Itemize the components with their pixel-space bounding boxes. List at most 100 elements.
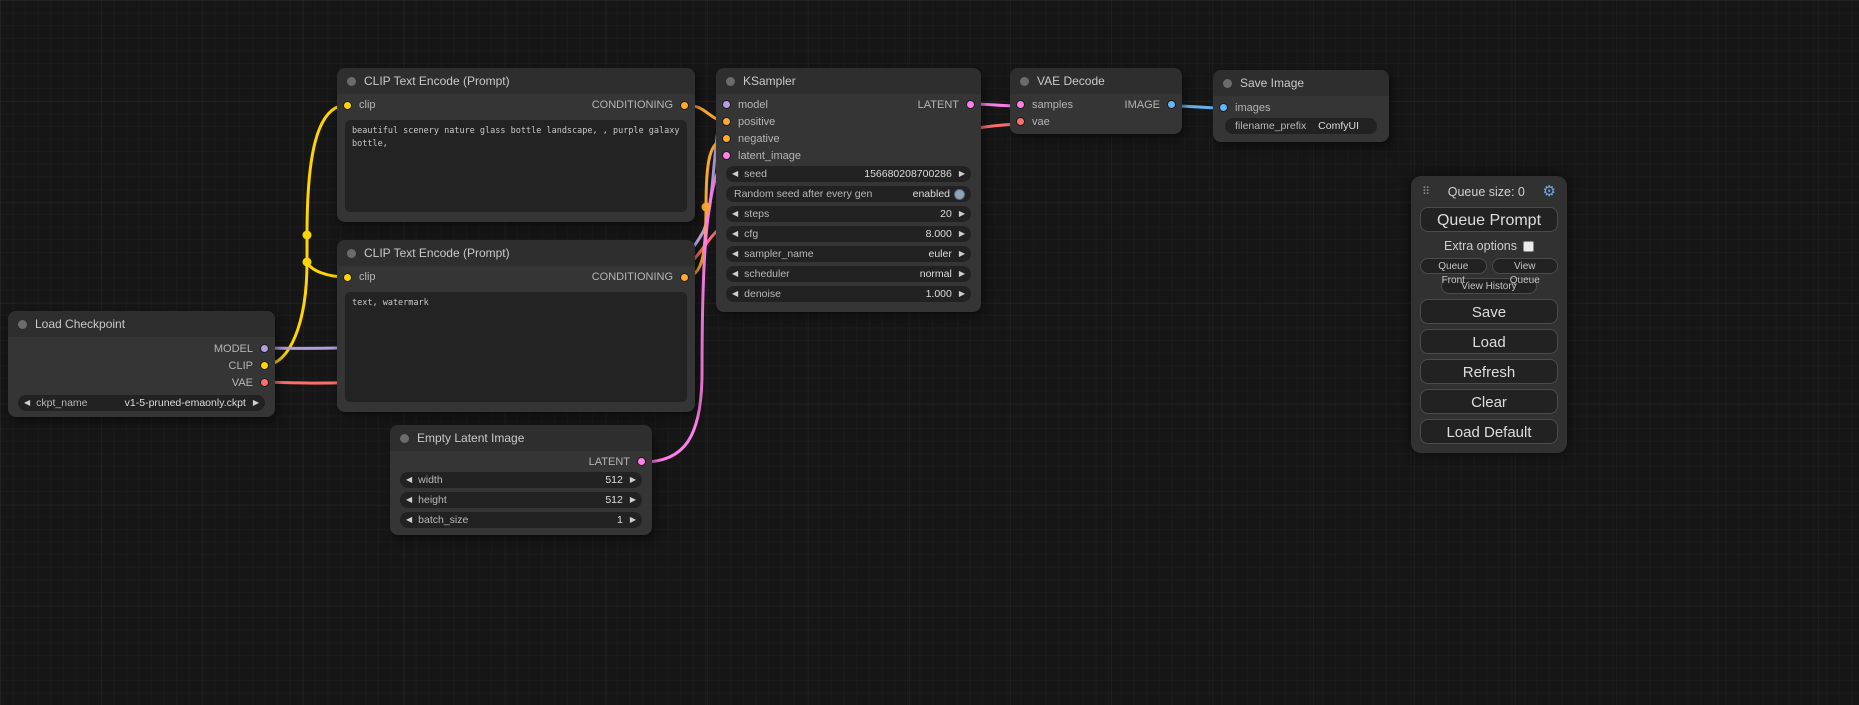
collapse-dot-icon[interactable] bbox=[1223, 79, 1232, 88]
filename-prefix-widget[interactable]: filename_prefix ComfyUI bbox=[1225, 118, 1377, 134]
increment-arrow-icon[interactable]: ▶ bbox=[630, 496, 636, 504]
seed-widget[interactable]: ◀ seed 156680208700286 ▶ bbox=[726, 166, 971, 182]
ckpt-name-widget[interactable]: ◀ ckpt_name v1-5-pruned-emaonly.ckpt ▶ bbox=[18, 395, 265, 411]
cfg-widget[interactable]: ◀ cfg 8.000 ▶ bbox=[726, 226, 971, 242]
reroute-dot-conditioning[interactable] bbox=[702, 203, 711, 212]
height-widget[interactable]: ◀ height 512 ▶ bbox=[400, 492, 642, 508]
node-title: Load Checkpoint bbox=[35, 317, 125, 331]
slot-label: CONDITIONING bbox=[592, 271, 673, 283]
increment-arrow-icon[interactable]: ▶ bbox=[630, 516, 636, 524]
input-slot-samples[interactable] bbox=[1016, 100, 1025, 109]
queue-buttons-row: Queue Front View Queue bbox=[1420, 258, 1558, 274]
decrement-arrow-icon[interactable]: ◀ bbox=[406, 516, 412, 524]
sampler-name-widget[interactable]: ◀ sampler_name euler ▶ bbox=[726, 246, 971, 262]
input-slot-vae[interactable] bbox=[1016, 117, 1025, 126]
view-queue-button[interactable]: View Queue bbox=[1492, 258, 1559, 274]
increment-arrow-icon[interactable]: ▶ bbox=[959, 290, 965, 298]
input-slot-images[interactable] bbox=[1219, 103, 1228, 112]
collapse-dot-icon[interactable] bbox=[726, 77, 735, 86]
node-vae-decode[interactable]: VAE Decode samples IMAGE vae bbox=[1010, 68, 1182, 134]
prev-value-arrow-icon[interactable]: ◀ bbox=[732, 250, 738, 258]
node-title-bar[interactable]: Empty Latent Image bbox=[390, 425, 652, 451]
widget-label: seed bbox=[744, 168, 767, 180]
batch-size-widget[interactable]: ◀ batch_size 1 ▶ bbox=[400, 512, 642, 528]
node-ksampler[interactable]: KSampler model LATENT positive negative … bbox=[716, 68, 981, 312]
prev-value-arrow-icon[interactable]: ◀ bbox=[732, 270, 738, 278]
node-title-bar[interactable]: CLIP Text Encode (Prompt) bbox=[337, 68, 695, 94]
node-load-checkpoint[interactable]: Load Checkpoint MODEL CLIP VAE ◀ ckpt_na… bbox=[8, 311, 275, 417]
width-widget[interactable]: ◀ width 512 ▶ bbox=[400, 472, 642, 488]
queue-prompt-button[interactable]: Queue Prompt bbox=[1420, 207, 1558, 232]
output-row-clip: CLIP bbox=[8, 357, 275, 374]
scheduler-widget[interactable]: ◀ scheduler normal ▶ bbox=[726, 266, 971, 282]
increment-arrow-icon[interactable]: ▶ bbox=[959, 230, 965, 238]
output-slot-latent[interactable] bbox=[966, 100, 975, 109]
output-slot-image[interactable] bbox=[1167, 100, 1176, 109]
reroute-dot-clip-lower[interactable] bbox=[303, 258, 312, 267]
output-slot-conditioning[interactable] bbox=[680, 101, 689, 110]
output-slot-latent[interactable] bbox=[637, 457, 646, 466]
prev-value-arrow-icon[interactable]: ◀ bbox=[24, 399, 30, 407]
prompt-textarea[interactable]: text, watermark bbox=[345, 292, 687, 402]
output-slot-conditioning[interactable] bbox=[680, 273, 689, 282]
collapse-dot-icon[interactable] bbox=[347, 77, 356, 86]
drag-handle-icon[interactable]: ⠿ bbox=[1422, 185, 1430, 198]
input-slot-positive[interactable] bbox=[722, 117, 731, 126]
extra-options-checkbox[interactable] bbox=[1523, 241, 1534, 252]
increment-arrow-icon[interactable]: ▶ bbox=[630, 476, 636, 484]
reroute-dot-clip-upper[interactable] bbox=[303, 231, 312, 240]
node-title-bar[interactable]: Load Checkpoint bbox=[8, 311, 275, 337]
node-clip-text-encode-negative[interactable]: CLIP Text Encode (Prompt) clip CONDITION… bbox=[337, 240, 695, 412]
slot-label: images bbox=[1235, 102, 1270, 114]
node-title: CLIP Text Encode (Prompt) bbox=[364, 246, 510, 260]
node-title-bar[interactable]: KSampler bbox=[716, 68, 981, 94]
comfyui-canvas[interactable]: { "colors": { "model": "#b39ddb", "clip"… bbox=[0, 0, 1859, 705]
toggle-knob-icon[interactable] bbox=[954, 189, 965, 200]
slot-label: clip bbox=[359, 271, 376, 283]
next-value-arrow-icon[interactable]: ▶ bbox=[253, 399, 259, 407]
decrement-arrow-icon[interactable]: ◀ bbox=[732, 170, 738, 178]
slot-label: latent_image bbox=[738, 150, 801, 162]
save-button[interactable]: Save bbox=[1420, 299, 1558, 324]
prompt-textarea[interactable]: beautiful scenery nature glass bottle la… bbox=[345, 120, 687, 212]
input-slot-latent-image[interactable] bbox=[722, 151, 731, 160]
node-empty-latent-image[interactable]: Empty Latent Image LATENT ◀ width 512 ▶ … bbox=[390, 425, 652, 535]
node-save-image[interactable]: Save Image images filename_prefix ComfyU… bbox=[1213, 70, 1389, 142]
clear-button[interactable]: Clear bbox=[1420, 389, 1558, 414]
load-default-button[interactable]: Load Default bbox=[1420, 419, 1558, 444]
output-slot-vae[interactable] bbox=[260, 378, 269, 387]
decrement-arrow-icon[interactable]: ◀ bbox=[732, 290, 738, 298]
node-title-bar[interactable]: CLIP Text Encode (Prompt) bbox=[337, 240, 695, 266]
output-slot-model[interactable] bbox=[260, 344, 269, 353]
settings-gear-icon[interactable]: ⚙ bbox=[1543, 184, 1556, 199]
widget-value: 1.000 bbox=[926, 288, 959, 300]
increment-arrow-icon[interactable]: ▶ bbox=[959, 170, 965, 178]
queue-menu-panel[interactable]: ⠿ Queue size: 0 ⚙ Queue Prompt Extra opt… bbox=[1411, 176, 1567, 453]
input-slot-clip[interactable] bbox=[343, 273, 352, 282]
node-title: Empty Latent Image bbox=[417, 431, 524, 445]
queue-front-button[interactable]: Queue Front bbox=[1420, 258, 1487, 274]
collapse-dot-icon[interactable] bbox=[347, 249, 356, 258]
increment-arrow-icon[interactable]: ▶ bbox=[959, 210, 965, 218]
decrement-arrow-icon[interactable]: ◀ bbox=[732, 230, 738, 238]
collapse-dot-icon[interactable] bbox=[1020, 77, 1029, 86]
refresh-button[interactable]: Refresh bbox=[1420, 359, 1558, 384]
decrement-arrow-icon[interactable]: ◀ bbox=[406, 476, 412, 484]
input-slot-clip[interactable] bbox=[343, 101, 352, 110]
decrement-arrow-icon[interactable]: ◀ bbox=[406, 496, 412, 504]
node-title-bar[interactable]: Save Image bbox=[1213, 70, 1389, 96]
collapse-dot-icon[interactable] bbox=[400, 434, 409, 443]
random-seed-toggle-widget[interactable]: Random seed after every gen enabled bbox=[726, 186, 971, 202]
output-slot-clip[interactable] bbox=[260, 361, 269, 370]
next-value-arrow-icon[interactable]: ▶ bbox=[959, 250, 965, 258]
node-clip-text-encode-positive[interactable]: CLIP Text Encode (Prompt) clip CONDITION… bbox=[337, 68, 695, 222]
input-slot-model[interactable] bbox=[722, 100, 731, 109]
steps-widget[interactable]: ◀ steps 20 ▶ bbox=[726, 206, 971, 222]
next-value-arrow-icon[interactable]: ▶ bbox=[959, 270, 965, 278]
load-button[interactable]: Load bbox=[1420, 329, 1558, 354]
denoise-widget[interactable]: ◀ denoise 1.000 ▶ bbox=[726, 286, 971, 302]
decrement-arrow-icon[interactable]: ◀ bbox=[732, 210, 738, 218]
node-title-bar[interactable]: VAE Decode bbox=[1010, 68, 1182, 94]
input-slot-negative[interactable] bbox=[722, 134, 731, 143]
collapse-dot-icon[interactable] bbox=[18, 320, 27, 329]
